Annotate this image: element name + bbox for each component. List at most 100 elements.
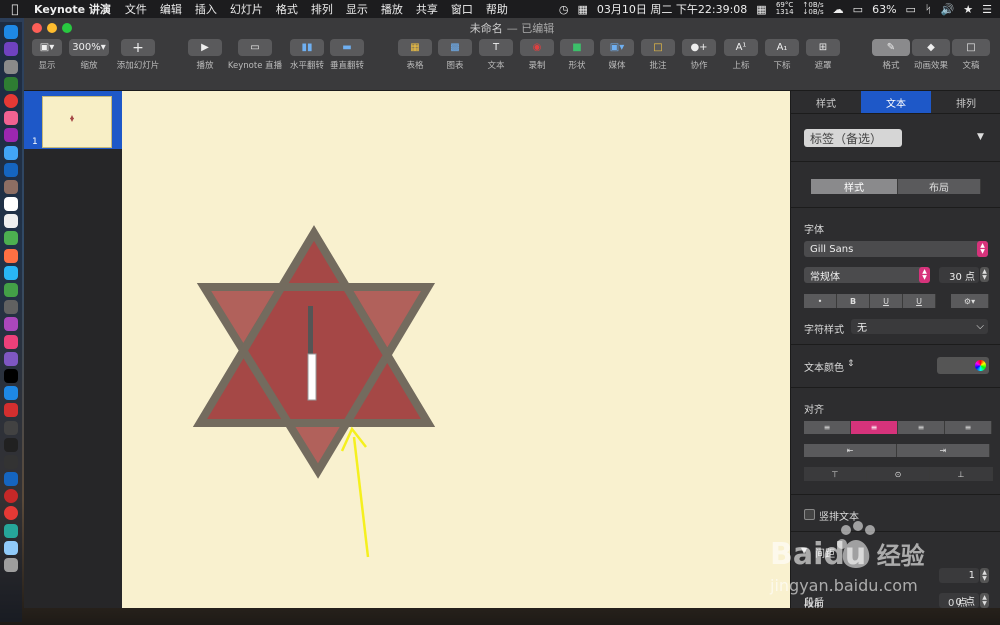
keynote-live-tool[interactable]: ▭ Keynote 直播 [228, 38, 282, 71]
tab-style[interactable]: 样式 [791, 91, 861, 113]
menu-format[interactable]: 格式 [276, 1, 298, 17]
tab-text[interactable]: 文本 [861, 91, 931, 113]
launchpad-icon[interactable] [4, 42, 18, 57]
mask-button[interactable]: ⊞ [806, 39, 840, 56]
menu-slide[interactable]: 幻灯片 [230, 1, 263, 17]
spacing-after-field[interactable]: 0 点 [948, 594, 968, 609]
stats-icon[interactable]: ▦ [756, 3, 766, 16]
menu-share[interactable]: 共享 [416, 1, 438, 17]
record-button[interactable]: ◉ [520, 39, 554, 56]
bullet-button[interactable]: • [804, 294, 837, 308]
app-icon[interactable] [4, 248, 18, 263]
decrease-indent-button[interactable]: ⇤ [804, 444, 897, 457]
align-bottom-button[interactable]: ⊥ [930, 467, 993, 481]
document-button[interactable]: □ [952, 39, 990, 56]
comment-button[interactable]: □ [641, 39, 675, 56]
apple-icon[interactable]:  [8, 2, 22, 16]
chevron-down-icon[interactable]: ▼ [977, 132, 984, 142]
line-spacing-stepper[interactable]: ▲ ▼ [980, 568, 989, 583]
slide-thumbnail-selected[interactable]: 1 [24, 91, 122, 149]
calendar-icon[interactable]: ▦ [578, 3, 588, 16]
subtab-layout[interactable]: 布局 [898, 179, 981, 194]
menu-app-name[interactable]: Keynote 讲演 [34, 1, 111, 17]
media-tool[interactable]: ▣▾ 媒体 [600, 38, 634, 71]
flip-horizontal-tool[interactable]: ▮▮ 水平翻转 [290, 38, 324, 71]
keynote-live-button[interactable]: ▭ [238, 39, 272, 56]
text-color-well[interactable] [937, 357, 989, 374]
gear-icon[interactable]: ⚙▾ [951, 294, 989, 308]
font-family-select[interactable]: Gill Sans [804, 241, 988, 257]
increase-indent-button[interactable]: ⇥ [897, 444, 990, 457]
clock-icon[interactable]: ◷ [559, 3, 569, 16]
appletv-icon[interactable] [4, 368, 18, 383]
app-icon[interactable] [4, 454, 18, 469]
animate-tool[interactable]: ◆ 动画效果 [912, 38, 950, 71]
menu-file[interactable]: 文件 [125, 1, 147, 17]
app-icon[interactable] [4, 300, 18, 315]
menu-help[interactable]: 帮助 [486, 1, 508, 17]
messages-icon[interactable] [4, 265, 18, 280]
favorites-star-icon[interactable]: ★ [963, 3, 973, 16]
maps-icon[interactable] [4, 231, 18, 246]
font-weight-stepper[interactable]: ▲ ▼ [919, 267, 930, 283]
facetime-icon[interactable] [4, 283, 18, 297]
menu-window[interactable]: 窗口 [451, 1, 473, 17]
cloud-icon[interactable]: ☁ [833, 3, 844, 16]
char-style-select[interactable]: 无 ⌵ [851, 319, 988, 334]
app-icon[interactable] [4, 540, 18, 555]
color-wheel-icon[interactable] [975, 360, 986, 371]
slide-thumbnail[interactable] [42, 96, 112, 148]
flip-horizontal-button[interactable]: ▮▮ [290, 39, 324, 56]
app-icon[interactable] [4, 317, 18, 332]
align-center-button[interactable]: ≡ [851, 421, 898, 434]
align-top-button[interactable]: ⊤ [804, 467, 867, 481]
collaborate-button[interactable]: ●+ [682, 39, 716, 56]
font-family-stepper[interactable]: ▲ ▼ [977, 241, 988, 257]
netease-icon[interactable] [4, 506, 18, 521]
menu-play[interactable]: 播放 [381, 1, 403, 17]
calendar-dock-icon[interactable] [4, 197, 18, 212]
shape-button[interactable]: ■ [560, 39, 594, 56]
format-tool[interactable]: ✎ 格式 [872, 38, 910, 71]
menu-insert[interactable]: 插入 [195, 1, 217, 17]
chrome-icon[interactable] [4, 93, 18, 108]
subtab-style[interactable]: 样式 [811, 179, 898, 194]
vpn-icon[interactable] [4, 472, 18, 487]
airplay-icon[interactable]: ▭ [853, 3, 863, 16]
close-window-button[interactable] [32, 23, 42, 33]
animate-button[interactable]: ◆ [912, 39, 950, 56]
appstore-icon[interactable] [4, 386, 18, 401]
font-weight-select[interactable]: 常规体 [804, 267, 930, 283]
align-right-button[interactable]: ≡ [898, 421, 945, 434]
app-icon[interactable] [4, 76, 18, 91]
view-button[interactable]: ▣▾ [32, 39, 62, 56]
subscript-button[interactable]: A₁ [765, 39, 799, 56]
disclosure-icon[interactable]: ⇕ [847, 359, 855, 369]
text-tool[interactable]: T 文本 [479, 38, 513, 71]
app-icon[interactable] [4, 403, 18, 418]
comment-tool[interactable]: □ 批注 [641, 38, 675, 71]
reminders-icon[interactable] [4, 214, 18, 229]
media-button[interactable]: ▣▾ [600, 39, 634, 56]
yandex-icon[interactable] [4, 489, 18, 504]
menu-list-icon[interactable]: ☰ [982, 3, 992, 16]
document-tool[interactable]: □ 文稿 [952, 38, 990, 71]
add-slide-tool[interactable]: + 添加幻灯片 [116, 38, 160, 71]
finder-icon[interactable] [4, 25, 18, 40]
battery-icon[interactable]: ▭ [906, 3, 916, 16]
volume-icon[interactable]: 🔊 [941, 3, 955, 16]
play-tool[interactable]: ▶ 播放 [188, 38, 222, 71]
terminal-icon[interactable] [4, 437, 18, 452]
underline-double-button[interactable]: U [903, 294, 936, 308]
align-left-button[interactable]: ≡ [804, 421, 851, 434]
mask-tool[interactable]: ⊞ 遮罩 [806, 38, 840, 71]
font-size-field[interactable]: 30 点 [939, 267, 979, 283]
photos-icon[interactable] [4, 111, 18, 126]
menu-view[interactable]: 显示 [346, 1, 368, 17]
trash-icon[interactable] [4, 558, 18, 572]
zoom-window-button[interactable] [62, 23, 72, 33]
minimize-window-button[interactable] [47, 23, 57, 33]
chart-tool[interactable]: ▩ 图表 [438, 38, 472, 71]
music-icon[interactable] [4, 334, 18, 349]
menu-edit[interactable]: 编辑 [160, 1, 182, 17]
